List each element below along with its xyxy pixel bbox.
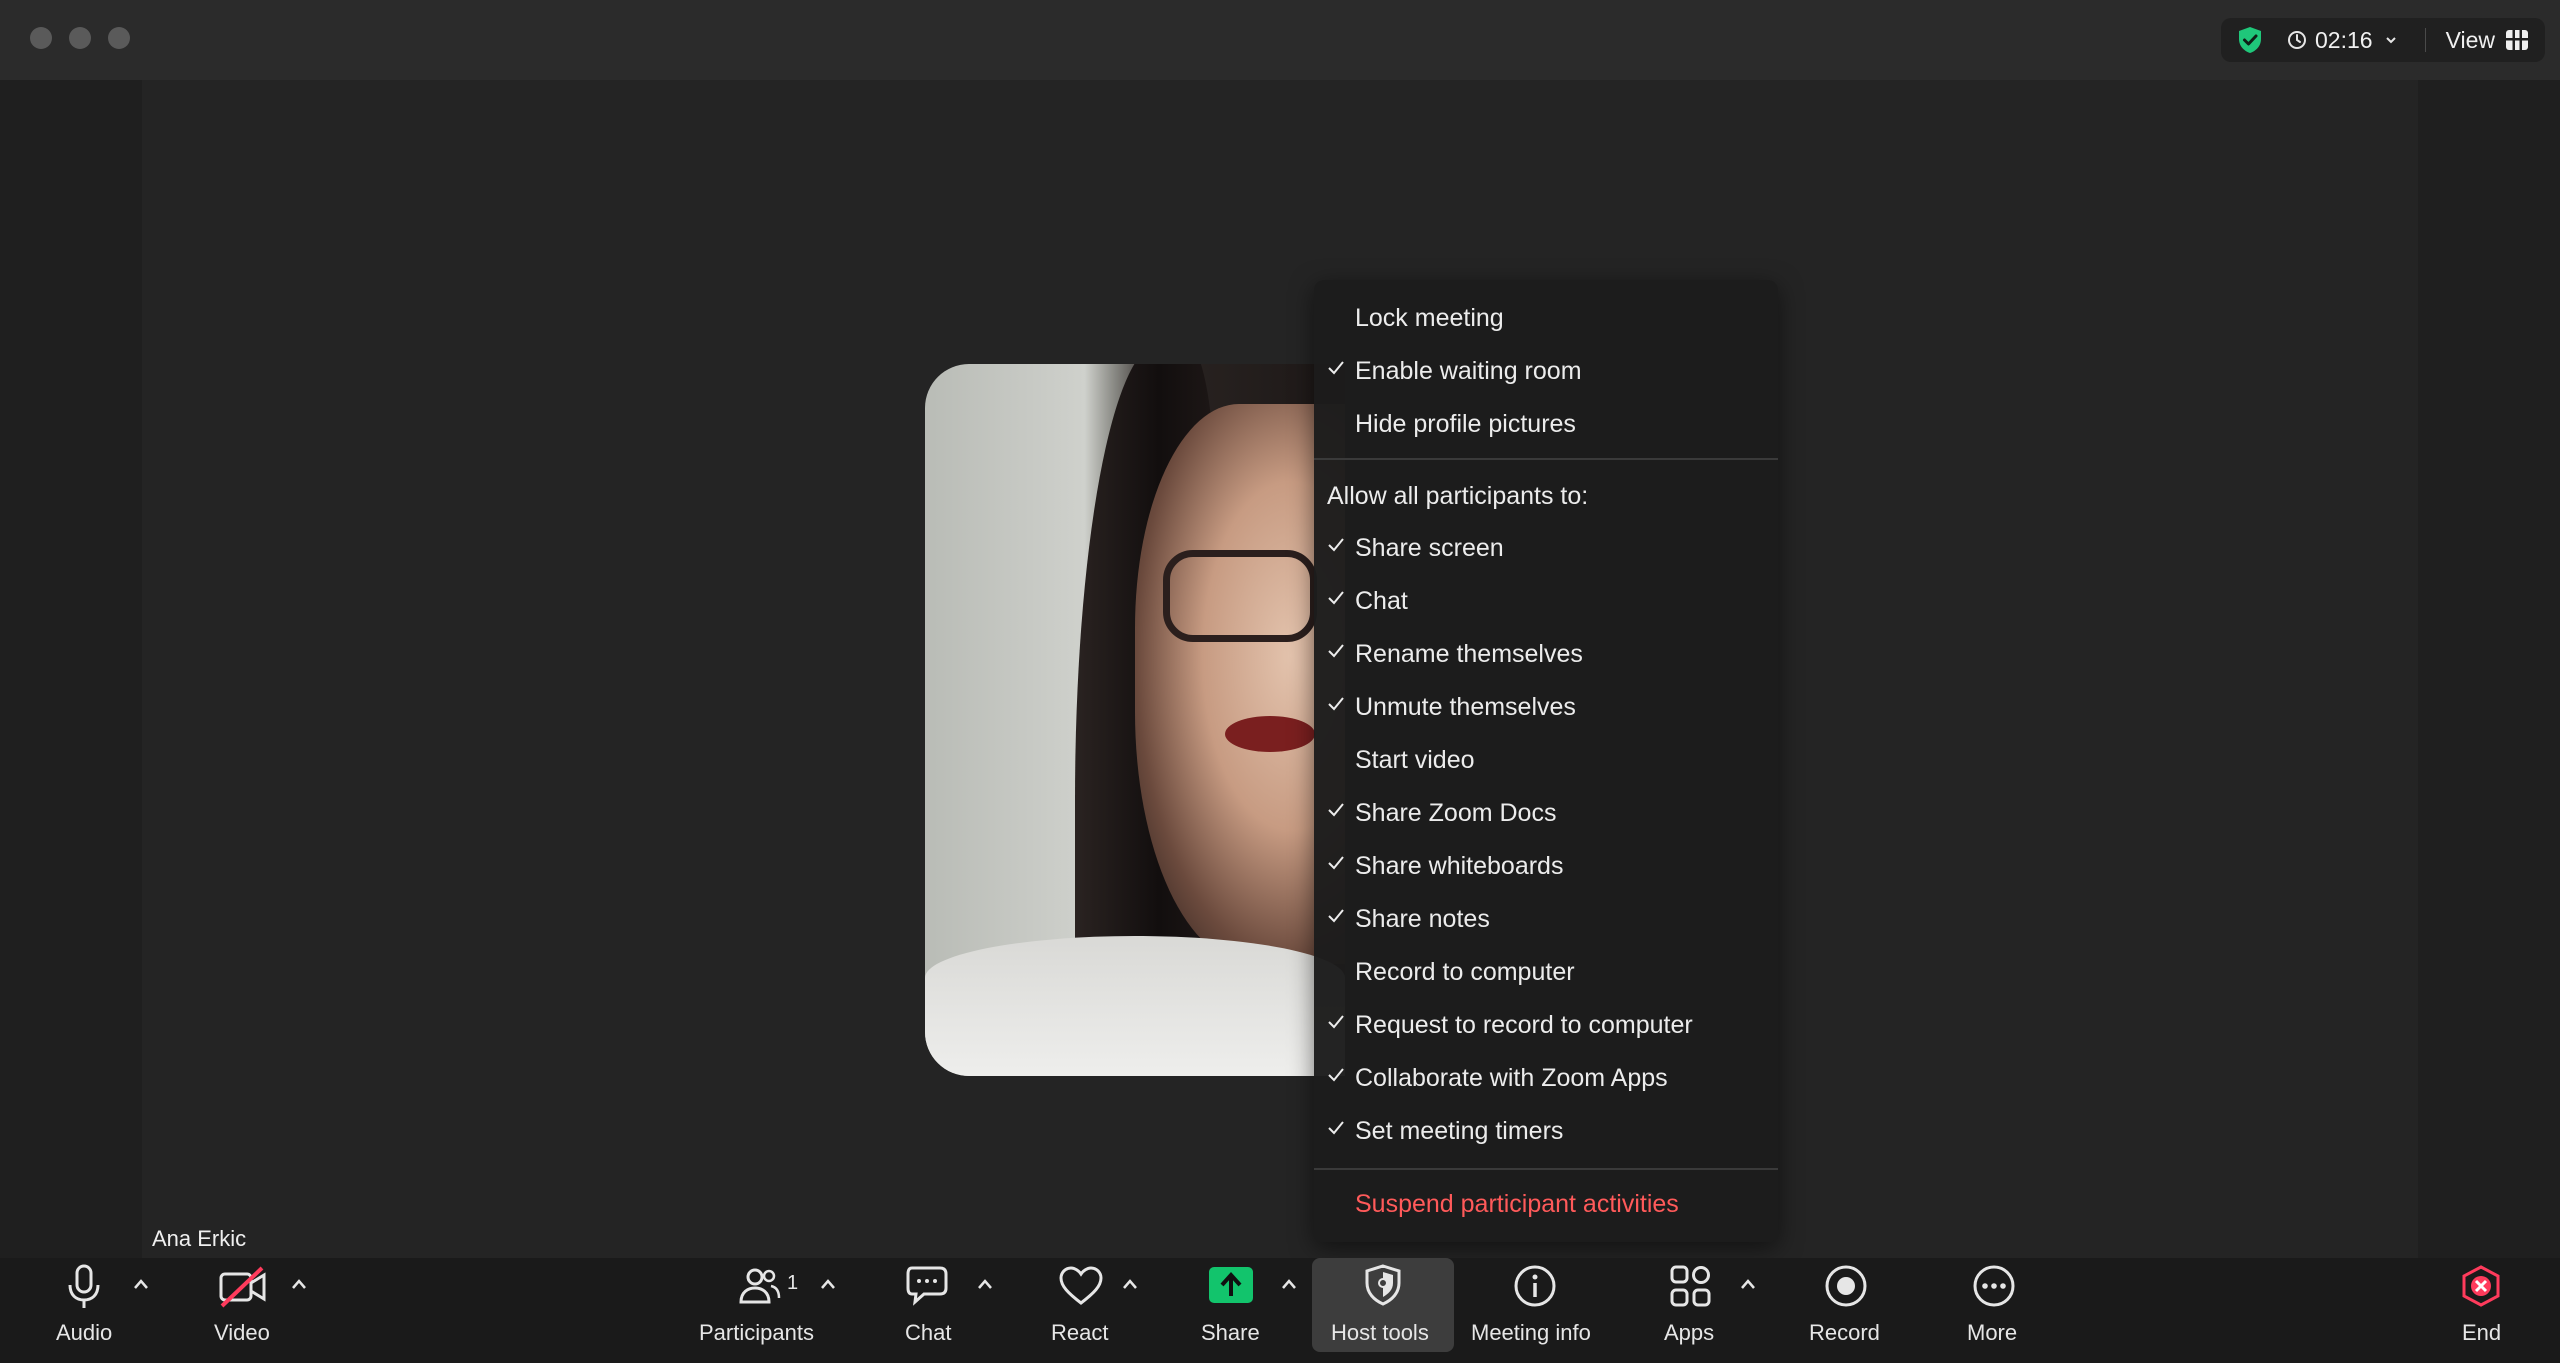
menu-item-label: Share screen [1355,534,1504,562]
menu-item-set-meeting-timers[interactable]: Set meeting timers [1314,1105,1778,1158]
menu-divider [1314,1168,1778,1170]
checkmark-icon [1328,1015,1344,1029]
menu-item-label: Enable waiting room [1355,357,1582,385]
participants-label: Participants [699,1320,814,1345]
timer-text: 02:16 [2315,26,2373,53]
checkmark-icon [1328,803,1344,817]
checkmark-icon [1328,361,1344,375]
top-right-controls: 02:16 View [2221,18,2545,62]
info-icon[interactable] [1513,1264,1557,1308]
audio-options-chevron-icon[interactable] [133,1278,149,1290]
menu-item-lock-meeting[interactable]: Lock meeting [1314,292,1778,345]
meeting-info-label: Meeting info [1471,1320,1591,1345]
participants-icon[interactable] [738,1266,782,1306]
microphone-icon[interactable] [64,1263,104,1311]
record-label: Record [1809,1320,1880,1345]
view-button[interactable]: View [2446,27,2495,54]
menu-item-request-to-record[interactable]: Request to record to computer [1314,999,1778,1052]
video-label: Video [214,1320,270,1345]
apps-icon[interactable] [1670,1265,1712,1307]
participants-count: 1 [787,1272,799,1294]
menu-item-rename-themselves[interactable]: Rename themselves [1314,628,1778,681]
chevron-down-icon [2385,37,2396,44]
host-tools-label[interactable]: Host tools [1331,1320,1429,1346]
audio-label: Audio [56,1320,113,1345]
menu-item-label: Start video [1355,746,1475,774]
apps-options-chevron-icon[interactable] [1740,1278,1756,1290]
menu-item-label: Hide profile pictures [1355,410,1576,438]
menu-item-record-to-computer[interactable]: Record to computer [1314,946,1778,999]
menu-section-heading: Allow all participants to: [1327,482,1589,510]
end-meeting-icon[interactable] [2460,1265,2502,1307]
record-icon[interactable] [1824,1264,1868,1308]
menu-item-chat[interactable]: Chat [1314,575,1778,628]
chat-label: Chat [905,1320,952,1345]
audio-button[interactable] [30,0,140,105]
apps-label: Apps [1664,1320,1715,1345]
host-tools-menu: Lock meeting Enable waiting room Hide pr… [1314,280,1778,1242]
checkmark-icon [1328,697,1344,711]
divider [2424,28,2426,52]
host-tools-shield-icon[interactable] [1364,1264,1402,1306]
menu-item-label: Request to record to computer [1355,1011,1693,1039]
menu-item-label: Lock meeting [1355,304,1504,332]
end-label: End [2462,1320,2502,1345]
grid-view-icon[interactable] [2505,29,2529,51]
menu-item-label: Share notes [1355,905,1490,933]
menu-divider [1314,458,1778,460]
menu-item-label: Chat [1355,587,1408,615]
checkmark-icon [1328,538,1344,552]
menu-item-start-video[interactable]: Start video [1314,734,1778,787]
menu-item-label: Set meeting timers [1355,1117,1564,1145]
menu-item-share-whiteboards[interactable]: Share whiteboards [1314,840,1778,893]
checkmark-icon [1328,644,1344,658]
react-label: React [1051,1320,1109,1345]
checkmark-icon [1328,1068,1344,1082]
video-options-chevron-icon[interactable] [291,1278,307,1290]
video-off-icon[interactable] [218,1266,268,1308]
participant-video-tile[interactable] [925,364,1345,1076]
menu-item-unmute-themselves[interactable]: Unmute themselves [1314,681,1778,734]
video-glasses [1163,550,1317,642]
menu-item-suspend-activities[interactable]: Suspend participant activities [1314,1178,1778,1231]
clock-icon [2288,31,2306,49]
menu-item-label: Unmute themselves [1355,693,1576,721]
checkmark-icon [1328,1121,1344,1135]
menu-item-hide-profile-pictures[interactable]: Hide profile pictures [1314,398,1778,451]
menu-item-label: Suspend participant activities [1355,1190,1679,1218]
participant-name-label: Ana Erkic [152,1226,247,1251]
heart-icon[interactable] [1058,1266,1104,1306]
menu-item-label: Rename themselves [1355,640,1583,668]
menu-item-share-zoom-docs[interactable]: Share Zoom Docs [1314,787,1778,840]
more-options-icon[interactable] [1972,1264,2016,1308]
more-label: More [1967,1320,2018,1345]
share-screen-icon[interactable] [1208,1266,1254,1304]
checkmark-icon [1328,591,1344,605]
menu-item-share-screen[interactable]: Share screen [1314,522,1778,575]
menu-item-enable-waiting-room[interactable]: Enable waiting room [1314,345,1778,398]
share-label: Share [1201,1320,1260,1345]
chat-options-chevron-icon[interactable] [977,1278,993,1290]
checkmark-icon [1328,856,1344,870]
video-lips [1225,716,1315,752]
menu-item-label: Share whiteboards [1355,852,1564,880]
video-shirt [925,936,1345,1076]
menu-item-label: Record to computer [1355,958,1575,986]
react-options-chevron-icon[interactable] [1122,1278,1138,1290]
title-bar: 02:16 View [0,0,2560,80]
share-options-chevron-icon[interactable] [1281,1278,1297,1290]
encryption-shield-icon[interactable] [2235,25,2265,55]
meeting-timer[interactable]: 02:16 [2287,27,2397,54]
menu-item-collaborate-zoom-apps[interactable]: Collaborate with Zoom Apps [1314,1052,1778,1105]
zoom-meeting-window: 02:16 View Lock meeting Enable waiting r… [0,0,2560,1363]
checkmark-icon [1328,909,1344,923]
menu-item-share-notes[interactable]: Share notes [1314,893,1778,946]
menu-item-label: Collaborate with Zoom Apps [1355,1064,1668,1092]
meeting-toolbar [0,1258,2560,1363]
chat-icon[interactable] [906,1264,952,1308]
menu-item-label: Share Zoom Docs [1355,799,1557,827]
participants-options-chevron-icon[interactable] [820,1278,836,1290]
